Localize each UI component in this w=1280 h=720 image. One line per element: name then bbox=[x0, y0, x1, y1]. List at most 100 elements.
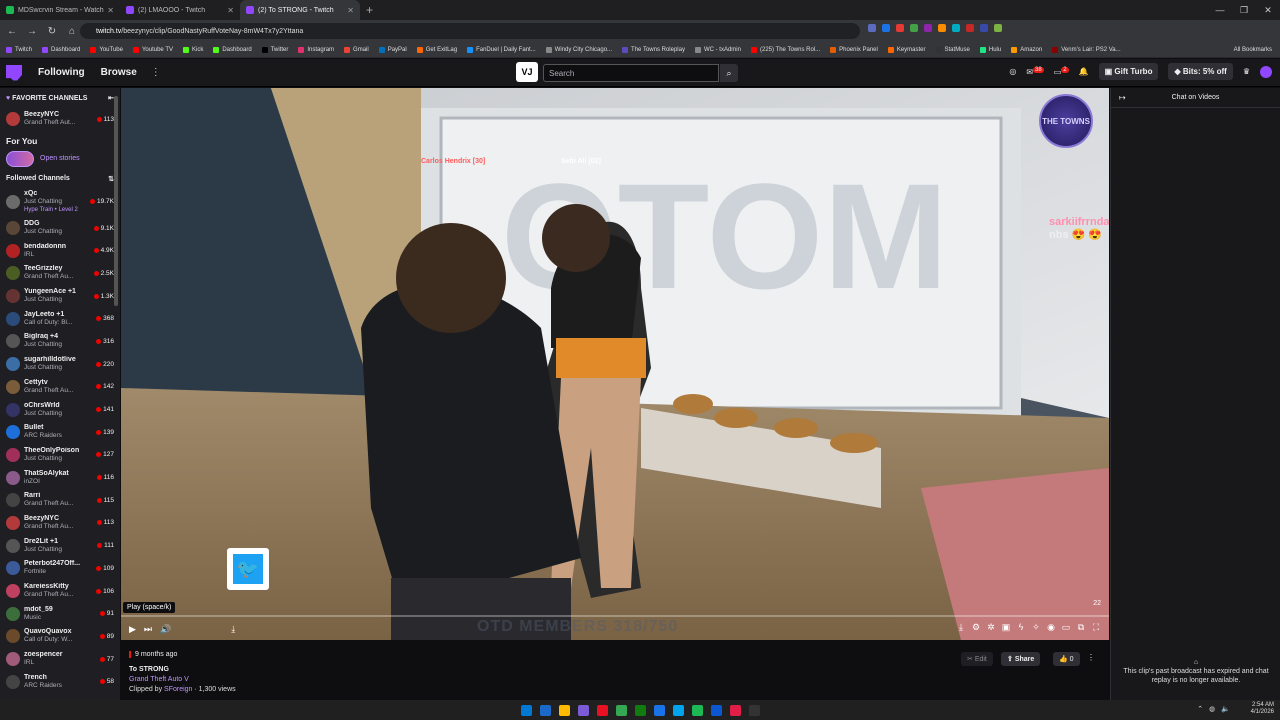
close-tab-icon[interactable]: ✕ bbox=[227, 6, 234, 15]
inbox-icon[interactable]: ✉ 38 bbox=[1026, 66, 1044, 76]
skip-forward-icon[interactable]: ⏭ bbox=[144, 624, 152, 635]
sidebar-channel[interactable]: BeezyNYC Grand Theft Au... 113 bbox=[0, 512, 120, 535]
extension-icon[interactable] bbox=[966, 24, 974, 32]
sidebar-channel[interactable]: xQc Just Chatting Hype Train • Level 2 19.7… bbox=[0, 187, 120, 217]
nav-following[interactable]: Following bbox=[38, 67, 85, 78]
extension-icon[interactable] bbox=[952, 24, 960, 32]
sidebar-channel[interactable]: KareiessKitty Grand Theft Au... 106 bbox=[0, 580, 120, 603]
extension-icon[interactable] bbox=[868, 24, 876, 32]
nav-browse[interactable]: Browse bbox=[101, 67, 137, 78]
extension-icon[interactable] bbox=[980, 24, 988, 32]
taskbar-app-icon[interactable] bbox=[615, 704, 627, 716]
play-icon[interactable]: ▶ bbox=[129, 624, 136, 635]
twitch-logo-icon[interactable] bbox=[6, 64, 22, 81]
avatar[interactable] bbox=[1260, 65, 1272, 78]
close-tab-icon[interactable]: ✕ bbox=[107, 6, 114, 15]
bookmark[interactable]: Hulu bbox=[979, 46, 1001, 53]
taskbar-app-icon[interactable] bbox=[748, 704, 760, 716]
clipper-link[interactable]: SForeign bbox=[164, 686, 192, 693]
url-field[interactable]: twitch.tv/beezynyc/clip/GoodNastyRuffVot… bbox=[80, 23, 860, 39]
crown-icon[interactable]: ◎ bbox=[1009, 67, 1016, 76]
chevron-up-icon[interactable]: ⌃ bbox=[1197, 705, 1203, 713]
volume-icon[interactable]: 🔊 bbox=[160, 624, 171, 635]
sidebar-channel[interactable]: Bullet ARC Raiders 139 bbox=[0, 421, 120, 444]
bookmark[interactable]: The Towns Roleplay bbox=[622, 46, 685, 53]
video-player[interactable]: OTOM Carlos Hendrix [30] Sebi Ali [02] T… bbox=[121, 88, 1109, 640]
taskbar-app-icon[interactable] bbox=[710, 704, 722, 716]
bookmark[interactable]: Twitter bbox=[261, 46, 288, 53]
bookmark[interactable]: Amazon bbox=[1011, 46, 1042, 53]
sidebar-channel[interactable]: Dre2Lit +1 Just Chatting 111 bbox=[0, 534, 120, 557]
bookmark[interactable]: Twitch bbox=[6, 46, 32, 53]
download-icon[interactable]: ⤓ bbox=[231, 624, 235, 635]
bookmark[interactable]: FanDuel | Daily Fant... bbox=[467, 46, 536, 53]
bookmark[interactable]: Kick bbox=[182, 46, 203, 53]
search-icon[interactable]: ⌕ bbox=[720, 64, 738, 82]
collapse-chat-icon[interactable]: ↦ bbox=[1119, 93, 1126, 102]
bookmark[interactable]: StatMuse bbox=[935, 46, 970, 53]
close-tab-icon[interactable]: ✕ bbox=[347, 6, 354, 15]
all-bookmarks[interactable]: All Bookmarks bbox=[1234, 47, 1272, 53]
sparkle-icon[interactable]: ✧ bbox=[1031, 622, 1041, 633]
bookmark[interactable]: Keymaster bbox=[887, 46, 926, 53]
bolt-icon[interactable]: ϟ bbox=[1016, 622, 1026, 633]
sidebar-channel[interactable]: DDG Just Chatting 9.1K bbox=[0, 217, 120, 240]
theatre-mode-icon[interactable]: ▭ bbox=[1061, 622, 1071, 633]
bookmark[interactable]: PayPal bbox=[378, 46, 407, 53]
bookmark[interactable]: Dashboard bbox=[213, 46, 252, 53]
settings-icon[interactable]: ⚙ bbox=[971, 622, 981, 633]
taskbar-app-icon[interactable] bbox=[558, 704, 570, 716]
record-icon[interactable]: ◉ bbox=[1046, 622, 1056, 633]
taskbar-app-icon[interactable] bbox=[729, 704, 741, 716]
taskbar-app-icon[interactable] bbox=[539, 704, 551, 716]
taskbar-app-icon[interactable] bbox=[596, 704, 608, 716]
close-window-icon[interactable]: ✕ bbox=[1256, 0, 1280, 20]
extension-icon[interactable] bbox=[896, 24, 904, 32]
maximize-icon[interactable]: ❐ bbox=[1232, 0, 1256, 20]
new-tab-button[interactable]: + bbox=[360, 3, 379, 17]
bookmark[interactable]: YouTube bbox=[90, 46, 123, 53]
vj-extension-icon[interactable]: VJ bbox=[516, 62, 538, 82]
sidebar-channel[interactable]: BigIraq +4 Just Chatting 316 bbox=[0, 330, 120, 353]
bookmark[interactable]: Youtube TV bbox=[132, 46, 173, 53]
fullscreen-icon[interactable]: ⛶ bbox=[1091, 622, 1101, 633]
pip-icon[interactable]: ⧉ bbox=[1076, 622, 1086, 633]
taskbar-app-icon[interactable] bbox=[634, 704, 646, 716]
sidebar-channel[interactable]: Peterbot247Off... Fortnite 109 bbox=[0, 557, 120, 580]
sidebar-channel[interactable]: BeezyNYC Grand Theft Aut... 113 bbox=[0, 108, 120, 131]
download-icon[interactable]: ⤓ bbox=[956, 622, 966, 633]
like-button[interactable]: 👍 0 bbox=[1053, 652, 1080, 666]
bookmark[interactable]: Windy City Chicago... bbox=[545, 46, 612, 53]
gift-turbo-button[interactable]: ▣ Gift Turbo bbox=[1098, 63, 1159, 80]
notifications-icon[interactable]: 🔔 bbox=[1079, 67, 1089, 76]
sidebar-channel[interactable]: bendadonnn IRL 4.9K bbox=[0, 239, 120, 262]
bookmark[interactable]: Get ExitLag bbox=[416, 46, 457, 53]
sidebar-channel[interactable]: JayLeeto +1 Call of Duty: Bl... 368 bbox=[0, 307, 120, 330]
browser-tab[interactable]: MDSwcrvin Stream - Watch Liv ✕ bbox=[0, 0, 120, 20]
minimize-icon[interactable]: — bbox=[1208, 0, 1232, 20]
browser-tab[interactable]: (2) To STRONG - Twitch ✕ bbox=[240, 0, 360, 20]
seek-bar[interactable] bbox=[121, 615, 1109, 617]
bookmark[interactable]: Dashboard bbox=[42, 46, 80, 53]
search-input[interactable]: Search bbox=[543, 64, 719, 82]
sidebar-channel[interactable]: mdot_59 Music 91 bbox=[0, 602, 120, 625]
sidebar-channel[interactable]: YungeenAce +1 Just Chatting 1.3K bbox=[0, 285, 120, 308]
bookmark[interactable]: Phoenix Panel bbox=[830, 46, 878, 53]
sidebar-channel[interactable]: Trench ARC Raiders 58 bbox=[0, 670, 120, 693]
extension-icon[interactable] bbox=[938, 24, 946, 32]
clock[interactable]: 2:54 AM 4/1/2026 bbox=[1251, 702, 1274, 716]
edit-button[interactable]: ✂ Edit bbox=[961, 652, 993, 666]
back-icon[interactable]: ← bbox=[6, 26, 18, 37]
taskbar-app-icon[interactable] bbox=[653, 704, 665, 716]
taskbar-app-icon[interactable] bbox=[691, 704, 703, 716]
forward-icon[interactable]: → bbox=[26, 26, 38, 37]
network-icon[interactable]: ◍ bbox=[1209, 705, 1215, 713]
bookmark[interactable]: (225) The Towns Rol... bbox=[750, 46, 820, 53]
extension-icon[interactable] bbox=[882, 24, 890, 32]
bookmark[interactable]: Gmail bbox=[344, 46, 369, 53]
bits-button[interactable]: ◆ Bits: 5% off bbox=[1168, 63, 1233, 80]
sidebar-channel[interactable]: TeeGrizzley Grand Theft Au... 2.5K bbox=[0, 262, 120, 285]
sidebar-channel[interactable]: Rarri Grand Theft Au... 115 bbox=[0, 489, 120, 512]
taskbar-app-icon[interactable] bbox=[520, 704, 532, 716]
volume-tray-icon[interactable]: 🔈 bbox=[1221, 705, 1230, 713]
